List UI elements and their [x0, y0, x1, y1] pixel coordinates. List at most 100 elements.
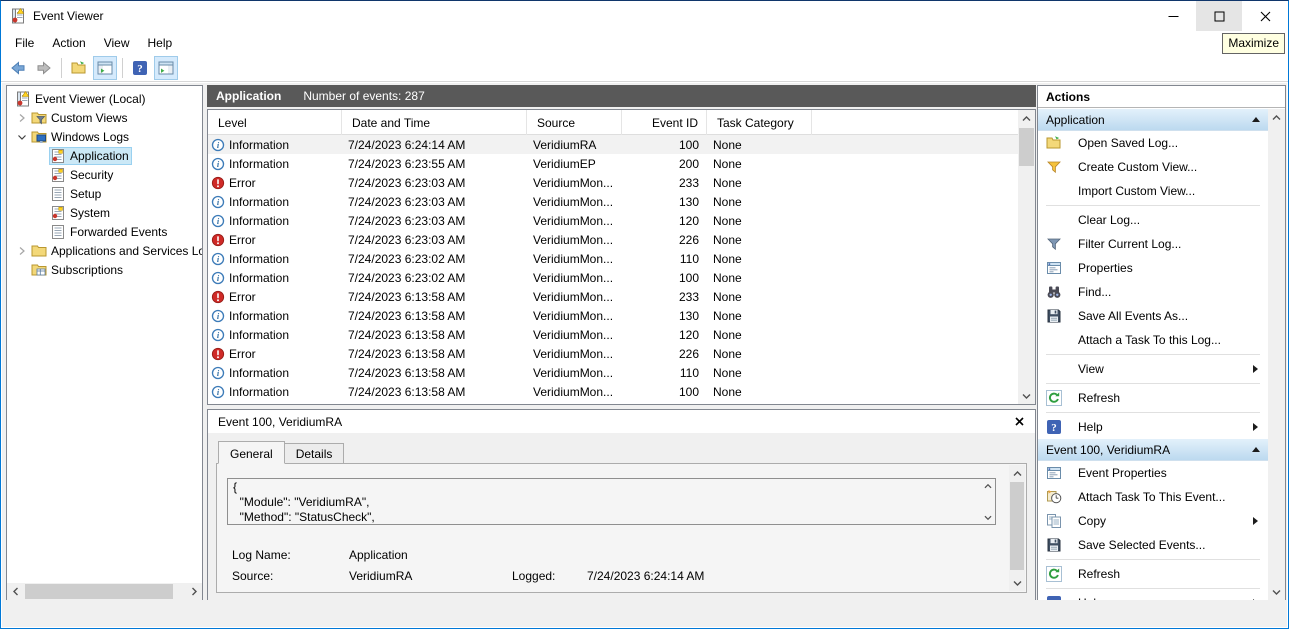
show-hide-action-pane-button[interactable] — [154, 56, 178, 80]
action-refresh[interactable]: Refresh — [1038, 562, 1268, 586]
tree-item-event-viewer-local-[interactable]: Event Viewer (Local) — [7, 89, 202, 108]
help-button[interactable]: ? — [128, 56, 152, 80]
scroll-down-button[interactable] — [1009, 574, 1025, 591]
tree-item-applications-and-services-lo[interactable]: Applications and Services Lo — [7, 241, 202, 260]
event-row[interactable]: iInformation7/24/2023 6:13:58 AMVeridium… — [208, 325, 1035, 344]
action-properties[interactable]: Properties — [1038, 256, 1268, 280]
cell-source: VeridiumEP — [527, 154, 622, 173]
minimize-button[interactable] — [1150, 1, 1196, 31]
actions-section-header[interactable]: Application — [1038, 109, 1268, 131]
action-clear-log[interactable]: Clear Log... — [1038, 208, 1268, 232]
event-row[interactable]: iInformation7/24/2023 6:23:55 AMVeridium… — [208, 154, 1035, 173]
action-copy[interactable]: Copy — [1038, 509, 1268, 533]
close-icon — [1260, 11, 1271, 22]
preview-scroll-thumb[interactable] — [1010, 482, 1024, 570]
action-save-selected-events[interactable]: Save Selected Events... — [1038, 533, 1268, 557]
event-row[interactable]: iInformation7/24/2023 6:23:02 AMVeridium… — [208, 268, 1035, 287]
menu-view[interactable]: View — [95, 33, 139, 53]
tree-item-windows-logs[interactable]: Windows Logs — [7, 127, 202, 146]
cell-task-category: None — [707, 268, 812, 287]
error-icon — [211, 290, 225, 304]
action-import-custom-view[interactable]: Import Custom View... — [1038, 179, 1268, 203]
tree-item-application[interactable]: Application — [7, 146, 202, 165]
event-row[interactable]: Error7/24/2023 6:23:03 AMVeridiumMon...2… — [208, 230, 1035, 249]
tab-general[interactable]: General — [218, 441, 285, 464]
action-view[interactable]: View — [1038, 357, 1268, 381]
event-row[interactable]: iInformation7/24/2023 6:23:03 AMVeridium… — [208, 192, 1035, 211]
open-saved-log-button[interactable] — [67, 56, 91, 80]
tree-item-subscriptions[interactable]: Subscriptions — [7, 260, 202, 279]
column-header-task-category[interactable]: Task Category — [707, 110, 812, 135]
folder-logs-icon — [31, 129, 47, 145]
back-button[interactable] — [6, 56, 30, 80]
description-scroll-up-button[interactable] — [982, 480, 994, 492]
scroll-up-button[interactable] — [1018, 110, 1035, 127]
event-row[interactable]: Error7/24/2023 6:23:03 AMVeridiumMon...2… — [208, 173, 1035, 192]
event-row[interactable]: Error7/24/2023 6:13:58 AMVeridiumMon...2… — [208, 344, 1035, 363]
event-row[interactable]: iInformation7/24/2023 6:13:58 AMVeridium… — [208, 363, 1035, 382]
cell-task-category: None — [707, 363, 812, 382]
level-text: Information — [229, 195, 289, 209]
actions-title: Actions — [1038, 86, 1285, 108]
action-find[interactable]: Find... — [1038, 280, 1268, 304]
scroll-left-button[interactable] — [7, 583, 24, 600]
action-label: Refresh — [1078, 567, 1268, 581]
events-vertical-scrollbar[interactable] — [1018, 110, 1035, 404]
action-filter-current-log[interactable]: Filter Current Log... — [1038, 232, 1268, 256]
scroll-up-button[interactable] — [1009, 465, 1025, 482]
collapse-icon[interactable] — [1252, 117, 1260, 122]
menu-file[interactable]: File — [6, 33, 43, 53]
scroll-down-button[interactable] — [1268, 583, 1285, 600]
menu-help[interactable]: Help — [139, 33, 182, 53]
field-value: 7/24/2023 6:24:14 AM — [587, 569, 704, 583]
action-attach-a-task-to-this-log[interactable]: Attach a Task To this Log... — [1038, 328, 1268, 352]
tree-expander-icon[interactable] — [13, 110, 30, 126]
error-icon — [211, 347, 225, 361]
scroll-up-button[interactable] — [1268, 109, 1285, 126]
column-header-event-id[interactable]: Event ID — [622, 110, 707, 135]
action-open-saved-log[interactable]: Open Saved Log... — [1038, 131, 1268, 155]
scroll-right-button[interactable] — [185, 583, 202, 600]
event-row[interactable]: iInformation7/24/2023 6:23:03 AMVeridium… — [208, 211, 1035, 230]
close-preview-button[interactable] — [1011, 414, 1027, 430]
tree-expander-icon[interactable] — [13, 129, 30, 145]
events-scroll-thumb[interactable] — [1019, 128, 1034, 166]
tab-details[interactable]: Details — [284, 443, 345, 464]
tree-item-setup[interactable]: Setup — [7, 184, 202, 203]
action-refresh[interactable]: Refresh — [1038, 386, 1268, 410]
action-create-custom-view[interactable]: Create Custom View... — [1038, 155, 1268, 179]
tree-item-security[interactable]: Security — [7, 165, 202, 184]
column-header-source[interactable]: Source — [527, 110, 622, 135]
tree-horizontal-scrollbar[interactable] — [7, 583, 202, 600]
event-row[interactable]: iInformation7/24/2023 6:13:58 AMVeridium… — [208, 382, 1035, 401]
information-icon: i — [211, 214, 225, 228]
action-attach-task-to-this-event[interactable]: Attach Task To This Event... — [1038, 485, 1268, 509]
close-button[interactable] — [1242, 1, 1288, 31]
event-row[interactable]: iInformation7/24/2023 6:13:58 AMVeridium… — [208, 306, 1035, 325]
menu-action[interactable]: Action — [43, 33, 94, 53]
actions-vertical-scrollbar[interactable] — [1268, 109, 1285, 600]
tree-item-forwarded-events[interactable]: Forwarded Events — [7, 222, 202, 241]
preview-vertical-scrollbar[interactable] — [1009, 465, 1025, 591]
event-description-box[interactable]: { "Module": "VeridiumRA", "Method": "Sta… — [227, 478, 996, 525]
tree-scroll-thumb[interactable] — [25, 584, 173, 599]
action-help[interactable]: ?Help — [1038, 591, 1268, 600]
scroll-down-button[interactable] — [1018, 387, 1035, 404]
event-row[interactable]: iInformation7/24/2023 6:24:14 AMVeridium… — [208, 135, 1035, 154]
action-event-properties[interactable]: Event Properties — [1038, 461, 1268, 485]
description-scroll-down-button[interactable] — [982, 511, 994, 523]
event-row[interactable]: iInformation7/24/2023 6:23:02 AMVeridium… — [208, 249, 1035, 268]
actions-section-header[interactable]: Event 100, VeridiumRA — [1038, 439, 1268, 461]
tree-item-system[interactable]: System — [7, 203, 202, 222]
event-row[interactable]: Error7/24/2023 6:13:58 AMVeridiumMon...2… — [208, 287, 1035, 306]
action-help[interactable]: ?Help — [1038, 415, 1268, 439]
maximize-button[interactable] — [1196, 1, 1242, 31]
action-save-all-events-as[interactable]: Save All Events As... — [1038, 304, 1268, 328]
tree-expander-icon[interactable] — [13, 243, 30, 259]
column-header-level[interactable]: Level — [208, 110, 342, 135]
forward-button[interactable] — [32, 56, 56, 80]
collapse-icon[interactable] — [1252, 447, 1260, 452]
tree-item-custom-views[interactable]: Custom Views — [7, 108, 202, 127]
show-hide-console-tree-button[interactable] — [93, 56, 117, 80]
column-header-date-and-time[interactable]: Date and Time — [342, 110, 527, 135]
